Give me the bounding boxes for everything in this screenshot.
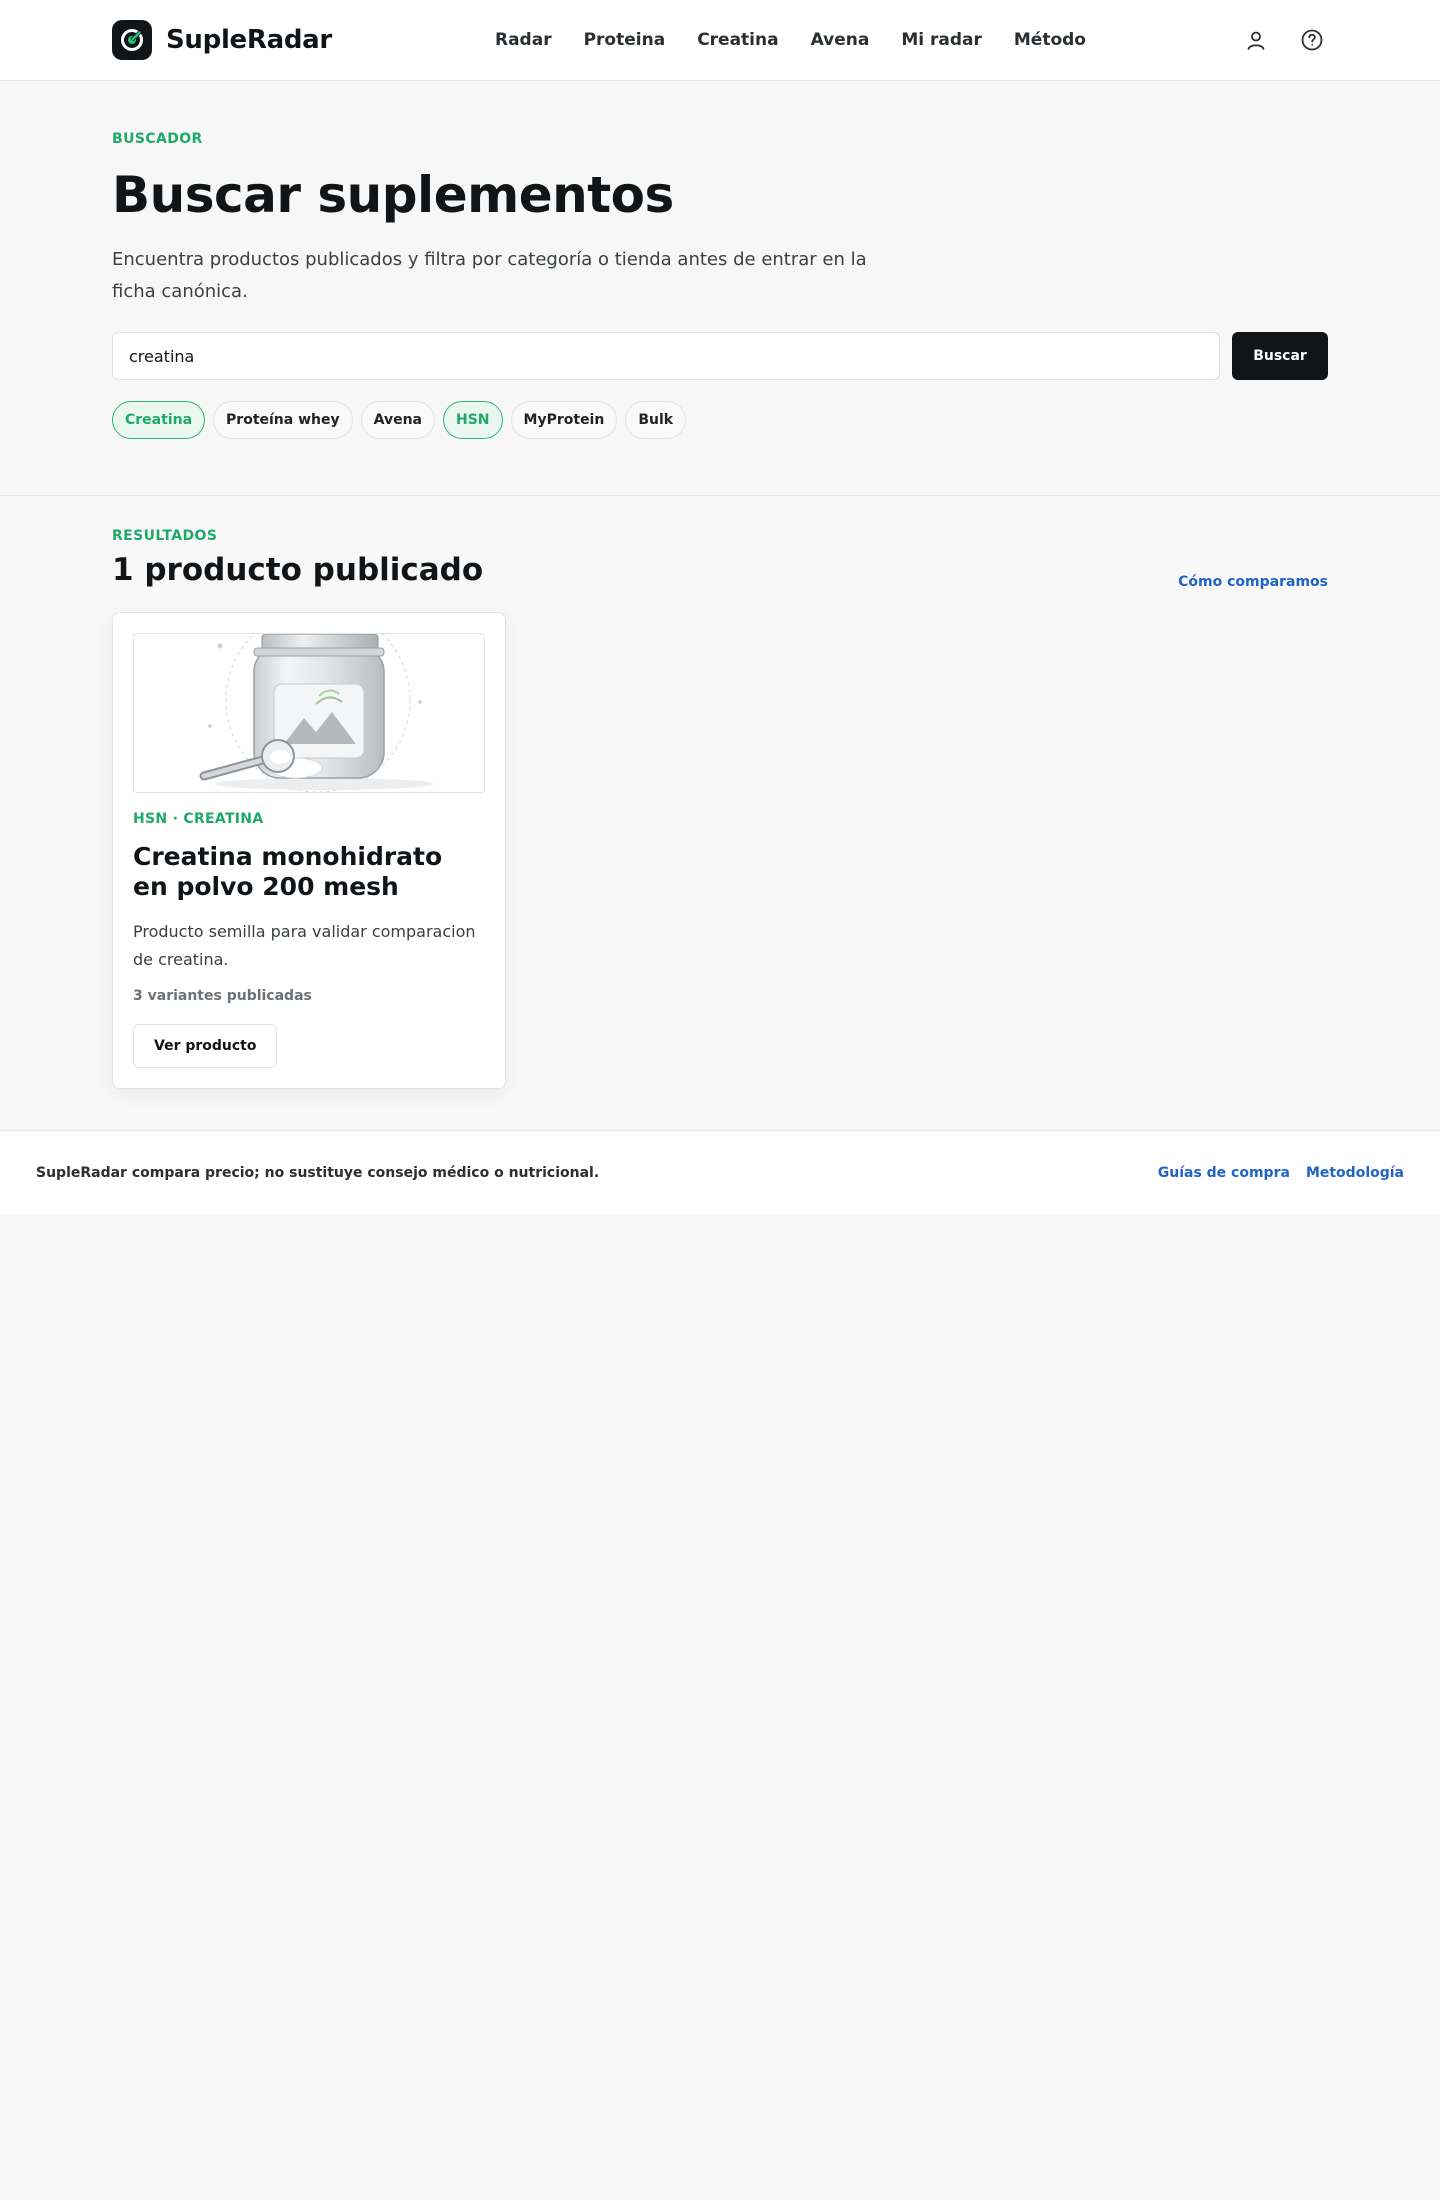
site-header: SupleRadar Radar Proteina Creatina Avena… xyxy=(0,0,1440,81)
product-variants-count: 3 variantes publicadas xyxy=(133,988,312,1004)
search-input[interactable] xyxy=(112,332,1220,380)
filter-chips: Creatina Proteína whey Avena HSN MyProte… xyxy=(112,401,1328,439)
site-footer: SupleRadar compara precio; no sustituye … xyxy=(0,1130,1440,1214)
brand-name: SupleRadar xyxy=(166,25,332,55)
product-card: HSN · CREATINA Creatina monohidrato en p… xyxy=(112,612,506,1089)
page-title: Buscar suplementos xyxy=(112,166,674,224)
radar-logo-icon xyxy=(112,20,152,60)
results-title: 1 producto publicado xyxy=(112,552,484,588)
chip-creatina[interactable]: Creatina xyxy=(112,401,206,439)
view-product-button[interactable]: Ver producto xyxy=(133,1024,278,1068)
search-form: Buscar xyxy=(112,332,1328,380)
results-eyebrow: RESULTADOS xyxy=(112,528,218,544)
product-image xyxy=(133,633,485,793)
nav-mi-radar[interactable]: Mi radar xyxy=(901,30,982,50)
chip-hsn[interactable]: HSN xyxy=(443,401,503,439)
hero-description: Encuentra productos publicados y filtra … xyxy=(112,249,867,302)
footer-link-buying-guides[interactable]: Guías de compra xyxy=(1158,1165,1290,1181)
search-button[interactable]: Buscar xyxy=(1232,332,1328,380)
product-meta: HSN · CREATINA xyxy=(133,811,264,827)
nav-creatina[interactable]: Creatina xyxy=(697,30,778,50)
chip-proteina-whey[interactable]: Proteína whey xyxy=(213,401,353,439)
footer-links: Guías de compra Metodología xyxy=(1158,1165,1404,1181)
header-actions xyxy=(1240,24,1328,56)
footer-link-methodology[interactable]: Metodología xyxy=(1306,1165,1404,1181)
how-we-compare-link[interactable]: Cómo comparamos xyxy=(1178,574,1328,590)
brand-home-link[interactable]: SupleRadar xyxy=(112,20,332,60)
help-icon[interactable] xyxy=(1296,24,1328,56)
chip-avena[interactable]: Avena xyxy=(360,401,435,439)
nav-avena[interactable]: Avena xyxy=(811,30,870,50)
user-icon[interactable] xyxy=(1240,24,1272,56)
hero-eyebrow: BUSCADOR xyxy=(112,131,203,147)
footer-disclaimer: SupleRadar compara precio; no sustituye … xyxy=(36,1164,600,1181)
chip-myprotein[interactable]: MyProtein xyxy=(510,401,618,439)
product-title[interactable]: Creatina monohidrato en polvo 200 mesh xyxy=(133,842,485,902)
nav-metodo[interactable]: Método xyxy=(1014,30,1086,50)
results-section: RESULTADOS 1 producto publicado Cómo com… xyxy=(0,496,1440,1130)
main-nav: Radar Proteina Creatina Avena Mi radar M… xyxy=(495,0,1086,80)
nav-proteina[interactable]: Proteina xyxy=(584,30,666,50)
product-description: Producto semilla para validar comparacio… xyxy=(133,922,476,969)
search-hero: BUSCADOR Buscar suplementos Encuentra pr… xyxy=(0,81,1440,496)
nav-radar[interactable]: Radar xyxy=(495,30,552,50)
chip-bulk[interactable]: Bulk xyxy=(625,401,687,439)
